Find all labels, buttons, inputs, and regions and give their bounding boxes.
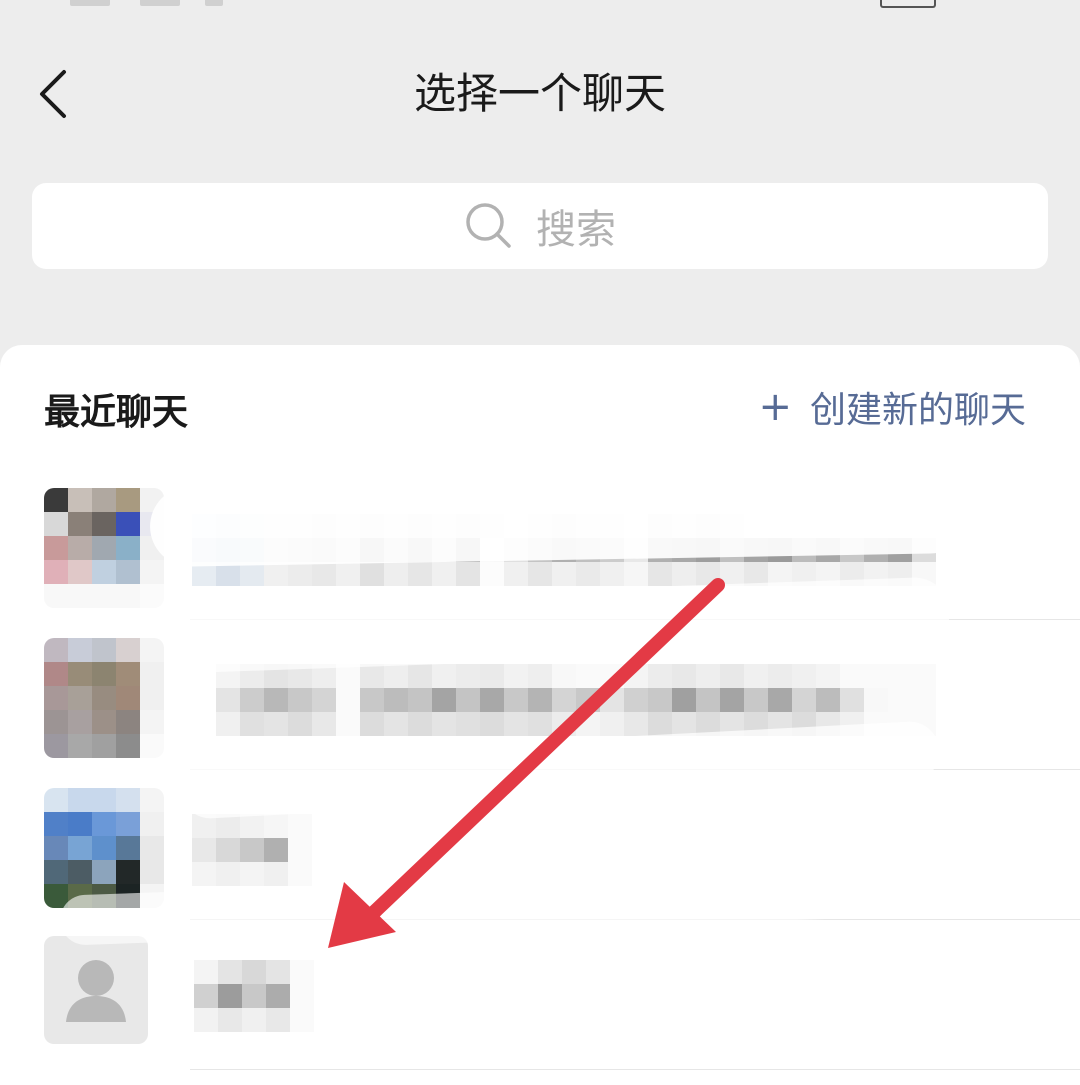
search-icon bbox=[466, 203, 511, 248]
signal-icon bbox=[70, 0, 110, 6]
chat-name-blurred bbox=[192, 814, 312, 886]
signal-icon bbox=[140, 0, 180, 6]
divider bbox=[190, 1069, 1080, 1070]
page-title: 选择一个聊天 bbox=[413, 69, 666, 118]
person-icon bbox=[66, 960, 126, 1022]
avatar bbox=[44, 488, 164, 608]
status-bar bbox=[0, 0, 1080, 14]
avatar bbox=[44, 638, 164, 758]
avatar bbox=[44, 788, 164, 908]
battery-icon bbox=[880, 0, 936, 8]
default-person-avatar bbox=[44, 936, 148, 1044]
chat-picker-sheet: 最近聊天 + 创建新的聊天 bbox=[0, 345, 1080, 1085]
chat-name-blurred bbox=[194, 960, 314, 1032]
wifi-icon bbox=[205, 0, 223, 6]
scribble-mark bbox=[149, 472, 971, 568]
create-new-chat-label: 创建新的聊天 bbox=[809, 390, 1026, 431]
chat-row[interactable] bbox=[0, 920, 1080, 1070]
create-new-chat-button[interactable]: + 创建新的聊天 bbox=[758, 381, 1026, 433]
recent-chats-title: 最近聊天 bbox=[44, 392, 189, 433]
search-placeholder: 搜索 bbox=[536, 207, 616, 253]
plus-icon: + bbox=[758, 384, 792, 430]
search-input[interactable]: 搜索 bbox=[32, 183, 1048, 269]
header: 选择一个聊天 bbox=[0, 40, 1080, 150]
